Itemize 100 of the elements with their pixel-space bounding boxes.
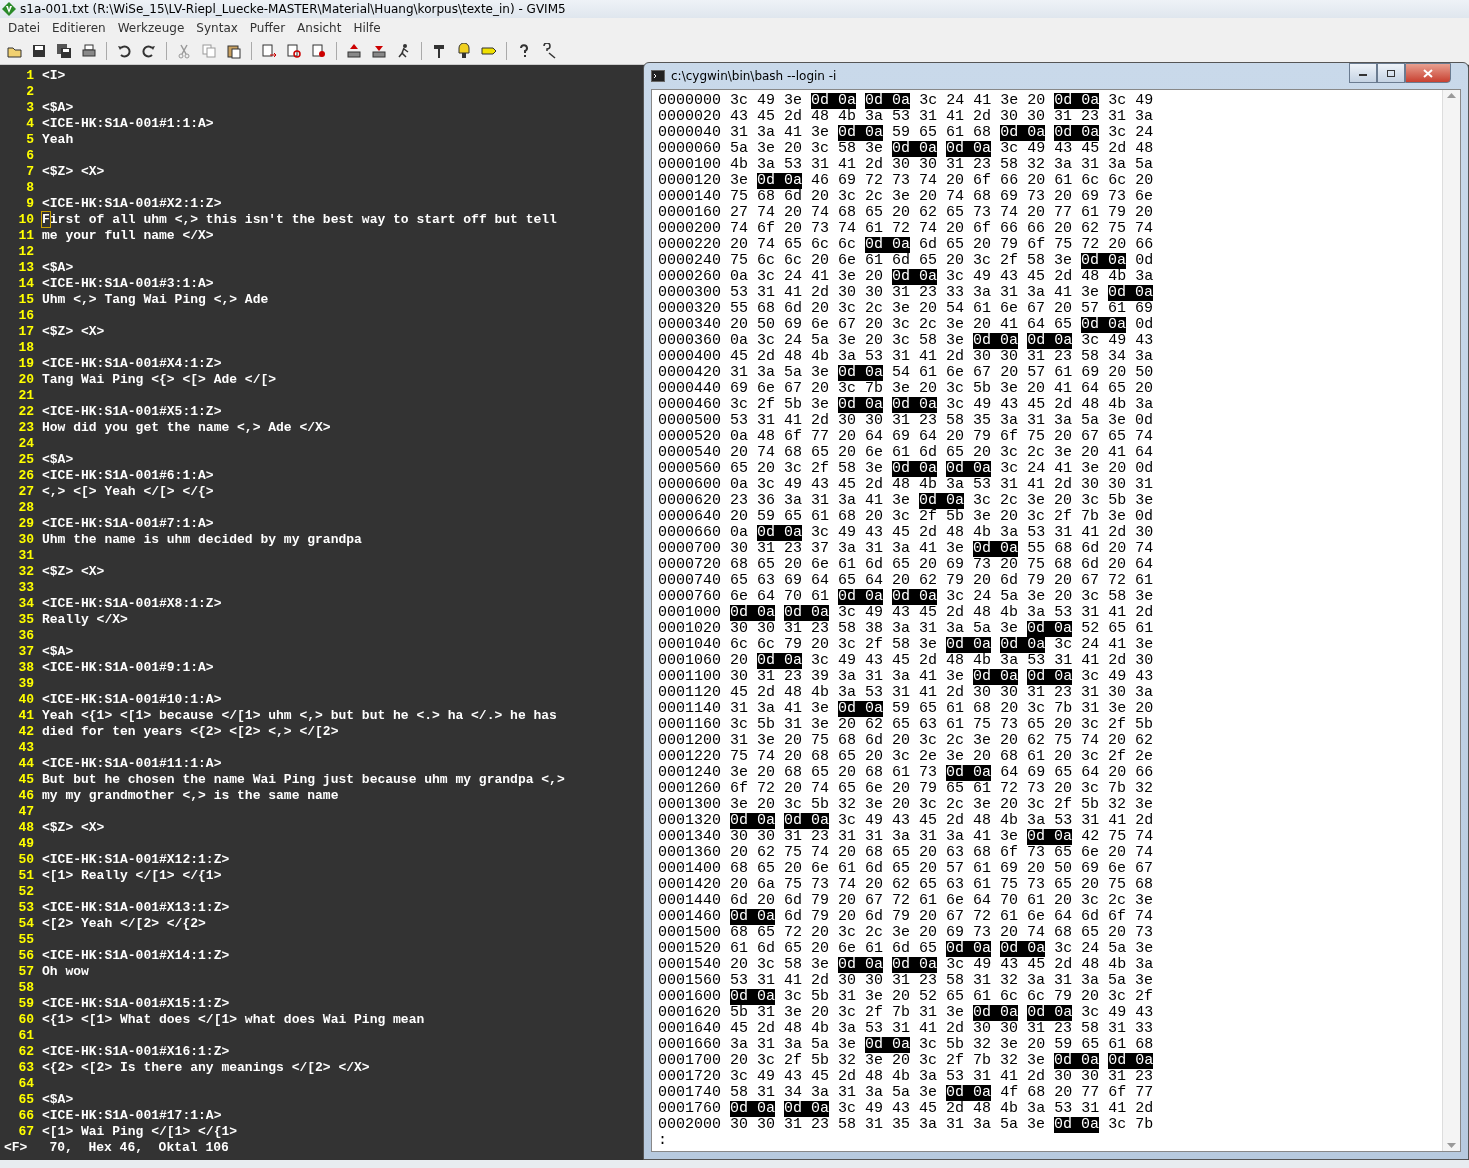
line-number: 7	[25, 164, 34, 180]
highlighted-bytes: 0d 0a	[1054, 1117, 1100, 1133]
hex-bytes: 59 65 61 68	[892, 125, 992, 141]
printer-icon[interactable]	[81, 43, 97, 59]
code-line: <$Z> <X>	[42, 820, 105, 836]
line-number: 56	[17, 948, 34, 964]
menu-item[interactable]: Hilfe	[347, 21, 387, 35]
hex-bytes: 0a 3c 24 5a 3e 20 3c 58 3e	[730, 333, 965, 349]
maximize-icon[interactable]	[1386, 69, 1396, 77]
code-line: <ICE-HK:S1A-001#9:1:A>	[42, 660, 214, 676]
highlighted-bytes: 0d 0a	[1108, 1053, 1154, 1069]
maximize-button[interactable]	[1377, 63, 1405, 83]
code-line: <ICE-HK:S1A-001#X14:1:Z>	[42, 948, 230, 964]
load-session-icon[interactable]	[346, 43, 362, 59]
menu-item[interactable]: Puffer	[243, 21, 292, 35]
find-help-icon[interactable]	[541, 43, 557, 59]
hex-offset: 0001720	[658, 1069, 721, 1085]
hex-bytes: 3c 49 43 45 2d 48 4b 3a	[946, 957, 1154, 973]
hex-offset: 0001060	[658, 653, 721, 669]
line-number: 61	[17, 1028, 34, 1044]
hex-bytes: 3c 2c 3e 20 3c 5b 3e	[973, 493, 1154, 509]
highlighted-bytes: 0d 0a	[973, 1005, 1019, 1021]
hex-bytes: 20 6a 75 73 74 20 62 65 63 61 75 73 65 20 75 68	[730, 877, 1154, 893]
hex-offset: 0000060	[658, 141, 721, 157]
hex-bytes: 30 31 23 39 3a 31 3a 41 3e	[730, 669, 965, 685]
hex-offset: 0001740	[658, 1085, 721, 1101]
highlighted-bytes: 0d 0a	[865, 237, 911, 253]
code-line: Yeah <{1> <[1> because </[1> uhm <,> but but he <.> ha </.> he has	[42, 708, 557, 724]
hex-bytes: 31 3e 20 75 68 6d 20 3c 2c 3e 20 62 75 74 20 62	[730, 733, 1154, 749]
line-number: 16	[17, 308, 34, 324]
hex-bytes: 3c 49 43 45 2d 48 4b 3a 53 31 41 2d 30	[811, 525, 1154, 541]
menu-item[interactable]: Syntax	[190, 21, 244, 35]
highlighted-bytes: 0d 0a	[757, 173, 803, 189]
undo-icon[interactable]	[116, 43, 132, 59]
highlighted-bytes: 0d 0a	[973, 541, 1019, 557]
line-number: 40	[17, 692, 34, 708]
highlighted-bytes: 0d 0a	[730, 989, 776, 1005]
scroll-down-icon[interactable]	[1447, 1143, 1456, 1148]
find-replace-icon[interactable]	[261, 43, 277, 59]
menu-item[interactable]: Editieren	[46, 21, 112, 35]
code-line: <ICE-HK:S1A-001#11:1:A>	[42, 756, 222, 772]
hex-offset: 0000220	[658, 237, 721, 253]
hex-offset: 0001160	[658, 717, 721, 733]
scrollbar[interactable]	[1442, 90, 1460, 1151]
line-number: 57	[17, 964, 34, 980]
line-number: 2	[25, 84, 34, 100]
hex-bytes: 75 6c 6c 20 6e 61 6d 65 20 3c 2f 58 3e	[730, 253, 1073, 269]
find-previous-icon[interactable]	[311, 43, 327, 59]
clipboard-icon[interactable]	[226, 43, 242, 59]
code-line: <ICE-HK:S1A-001#X13:1:Z>	[42, 900, 230, 916]
hex-offset: 0001400	[658, 861, 721, 877]
line-number: 22	[17, 404, 34, 420]
code-line: <[2> Yeah </[2> </{2>	[42, 916, 206, 932]
hex-offset: 0001100	[658, 669, 721, 685]
hex-bytes: 20 3c 2f 5b 32 3e 20 3c 2f 7b 32 3e	[730, 1053, 1046, 1069]
hex-offset: 0001440	[658, 893, 721, 909]
line-number: 24	[17, 436, 34, 452]
shell-icon[interactable]	[456, 43, 472, 59]
highlighted-bytes: 0d 0a	[838, 397, 884, 413]
highlighted-bytes: 0d 0a	[811, 93, 857, 109]
hex-offset: 0000740	[658, 573, 721, 589]
floppy-disks-icon[interactable]	[56, 43, 72, 59]
hex-bytes: 3c 24 41 3e 20 0d	[1000, 461, 1154, 477]
close-icon[interactable]	[1423, 68, 1433, 78]
code-line: <$A>	[42, 644, 74, 660]
hex-offset: 0000540	[658, 445, 721, 461]
highlighted-bytes: 0d 0a	[1081, 253, 1127, 269]
code-line: Uhm <,> Tang Wai Ping <,> Ade	[42, 292, 269, 308]
menu-item[interactable]: Ansicht	[291, 21, 348, 35]
hex-offset: 0001700	[658, 1053, 721, 1069]
find-next-icon[interactable]	[286, 43, 302, 59]
line-number: 25	[17, 452, 34, 468]
close-button[interactable]	[1405, 63, 1451, 83]
hex-bytes: 3c 49 43 45 2d 48 4b 3a 53 31 41 2d	[838, 1101, 1154, 1117]
code-line: <ICE-HK:S1A-001#X15:1:Z>	[42, 996, 230, 1012]
hex-bytes: 20 62 75 74 20 68 65 20 63 68 6f 73 65 6e 20 74	[730, 845, 1154, 861]
line-number: 59	[17, 996, 34, 1012]
minimize-button[interactable]	[1349, 63, 1377, 83]
code-line: Really </X>	[42, 612, 128, 628]
scroll-up-icon[interactable]	[1447, 93, 1456, 98]
hex-bytes: 3c 49 43 45 2d 48	[1000, 141, 1154, 157]
hammer-icon[interactable]	[431, 43, 447, 59]
hex-bytes: 31 3a 41 3e	[730, 125, 830, 141]
hex-offset: 0001260	[658, 781, 721, 797]
highlighted-bytes: 0d 0a	[838, 701, 884, 717]
redo-icon[interactable]	[141, 43, 157, 59]
highlighted-bytes: 0d 0a	[892, 461, 938, 477]
line-number: 34	[17, 596, 34, 612]
hex-bytes: 20 74 68 65 20 6e 61 6d 65 20 3c 2c 3e 20 41 64	[730, 445, 1154, 461]
hex-offset: 0001220	[658, 749, 721, 765]
code-line: <I>	[42, 68, 66, 84]
menu-item[interactable]: Werkzeuge	[111, 21, 191, 35]
hex-bytes: 68 65 72 20 3c 2c 3e 20 69 73 20 74 68 65 20 73	[730, 925, 1154, 941]
hex-offset: 0001320	[658, 813, 721, 829]
line-number: 65	[17, 1092, 34, 1108]
hex-bytes: 75 74 20 68 65 20 3c 2e 3e 20 68 61 20 3c 2f 2e	[730, 749, 1154, 765]
hex-bytes: 52 65 61	[1081, 621, 1154, 637]
save-session-icon[interactable]	[371, 43, 387, 59]
hex-bytes: 3c 49 3e	[730, 93, 803, 109]
menu-item[interactable]: Datei	[2, 21, 46, 35]
